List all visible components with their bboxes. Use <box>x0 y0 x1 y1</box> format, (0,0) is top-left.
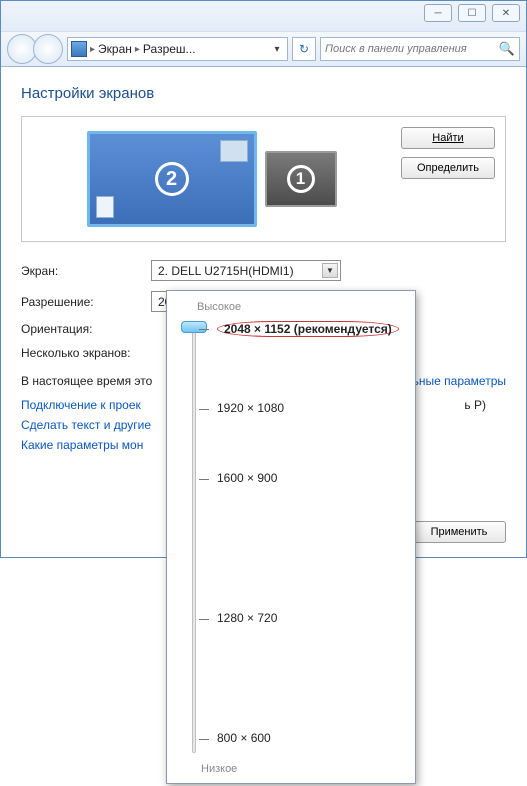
search-box[interactable]: 🔍 <box>320 37 520 61</box>
refresh-button[interactable]: ↻ <box>292 37 316 61</box>
monitor-side-buttons: Найти Определить <box>401 127 495 179</box>
monitor-1[interactable]: 1 <box>265 151 337 207</box>
screen-label: Экран: <box>21 264 151 278</box>
search-icon: 🔍 <box>499 41 515 57</box>
tick-mark <box>199 329 209 330</box>
window-controls: ─ ☐ ✕ <box>424 4 520 22</box>
resolution-option[interactable]: 1280 × 720 <box>217 611 277 625</box>
breadcrumb-sep-icon: ▸ <box>90 44 95 55</box>
orientation-label: Ориентация: <box>21 322 151 336</box>
resolution-option[interactable]: 2048 × 1152 (рекомендуется) <box>217 321 399 337</box>
monitor-thumb-icon <box>96 196 114 218</box>
slider-track <box>192 325 196 753</box>
breadcrumb-sep-icon: ▸ <box>135 44 140 55</box>
resolution-label: Разрешение: <box>21 295 151 309</box>
navbar: ▸ Экран ▸ Разреш... ▾ ↻ 🔍 <box>1 31 526 67</box>
tick-mark <box>199 479 209 480</box>
minimize-button[interactable]: ─ <box>424 4 452 22</box>
resolution-option[interactable]: 800 × 600 <box>217 731 271 745</box>
control-panel-icon <box>71 41 87 57</box>
chevron-down-icon: ▼ <box>322 263 338 278</box>
popup-high-label: Высокое <box>197 301 405 313</box>
monitor-preview[interactable]: 2 1 <box>32 127 391 231</box>
detect-button[interactable]: Определить <box>401 157 495 179</box>
forward-button[interactable] <box>33 34 63 64</box>
popup-low-label: Низкое <box>201 763 237 775</box>
resolution-option[interactable]: 1920 × 1080 <box>217 401 284 415</box>
breadcrumb[interactable]: ▸ Экран ▸ Разреш... ▾ <box>67 37 288 61</box>
screen-dropdown[interactable]: 2. DELL U2715H(HDMI1) ▼ <box>151 260 341 281</box>
monitor-number: 2 <box>155 162 189 196</box>
resolution-slider[interactable] <box>181 321 207 757</box>
resolution-popup: Высокое 2048 × 1152 (рекомендуется) 1920 … <box>166 290 416 784</box>
tick-mark <box>199 409 209 410</box>
search-input[interactable] <box>325 43 499 55</box>
refresh-icon: ↻ <box>299 42 309 56</box>
resolution-ticks: 2048 × 1152 (рекомендуется) 1920 × 1080 16… <box>217 321 409 757</box>
apply-button[interactable]: Применить <box>412 521 506 543</box>
multiple-label: Несколько экранов: <box>21 346 151 360</box>
monitor-number: 1 <box>287 165 315 193</box>
projector-tail: ь P) <box>464 398 486 412</box>
monitor-thumb-icon <box>220 140 248 162</box>
monitor-2[interactable]: 2 <box>87 131 257 227</box>
form-row-screen: Экран: 2. DELL U2715H(HDMI1) ▼ <box>21 260 506 281</box>
nav-back-forward <box>7 34 63 64</box>
titlebar[interactable]: ─ ☐ ✕ <box>1 1 526 31</box>
breadcrumb-item[interactable]: Экран <box>98 42 132 56</box>
page-title: Настройки экранов <box>21 85 506 102</box>
resolution-option[interactable]: 1600 × 900 <box>217 471 277 485</box>
tick-mark <box>199 619 209 620</box>
slider-thumb[interactable] <box>181 321 207 333</box>
breadcrumb-item[interactable]: Разреш... <box>143 42 196 56</box>
screen-value: 2. DELL U2715H(HDMI1) <box>158 264 294 278</box>
tick-mark <box>199 739 209 740</box>
find-button[interactable]: Найти <box>401 127 495 149</box>
monitor-preview-frame: 2 1 Найти Определить <box>21 116 506 242</box>
breadcrumb-dropdown-icon[interactable]: ▾ <box>270 44 284 55</box>
maximize-button[interactable]: ☐ <box>458 4 486 22</box>
close-button[interactable]: ✕ <box>492 4 520 22</box>
